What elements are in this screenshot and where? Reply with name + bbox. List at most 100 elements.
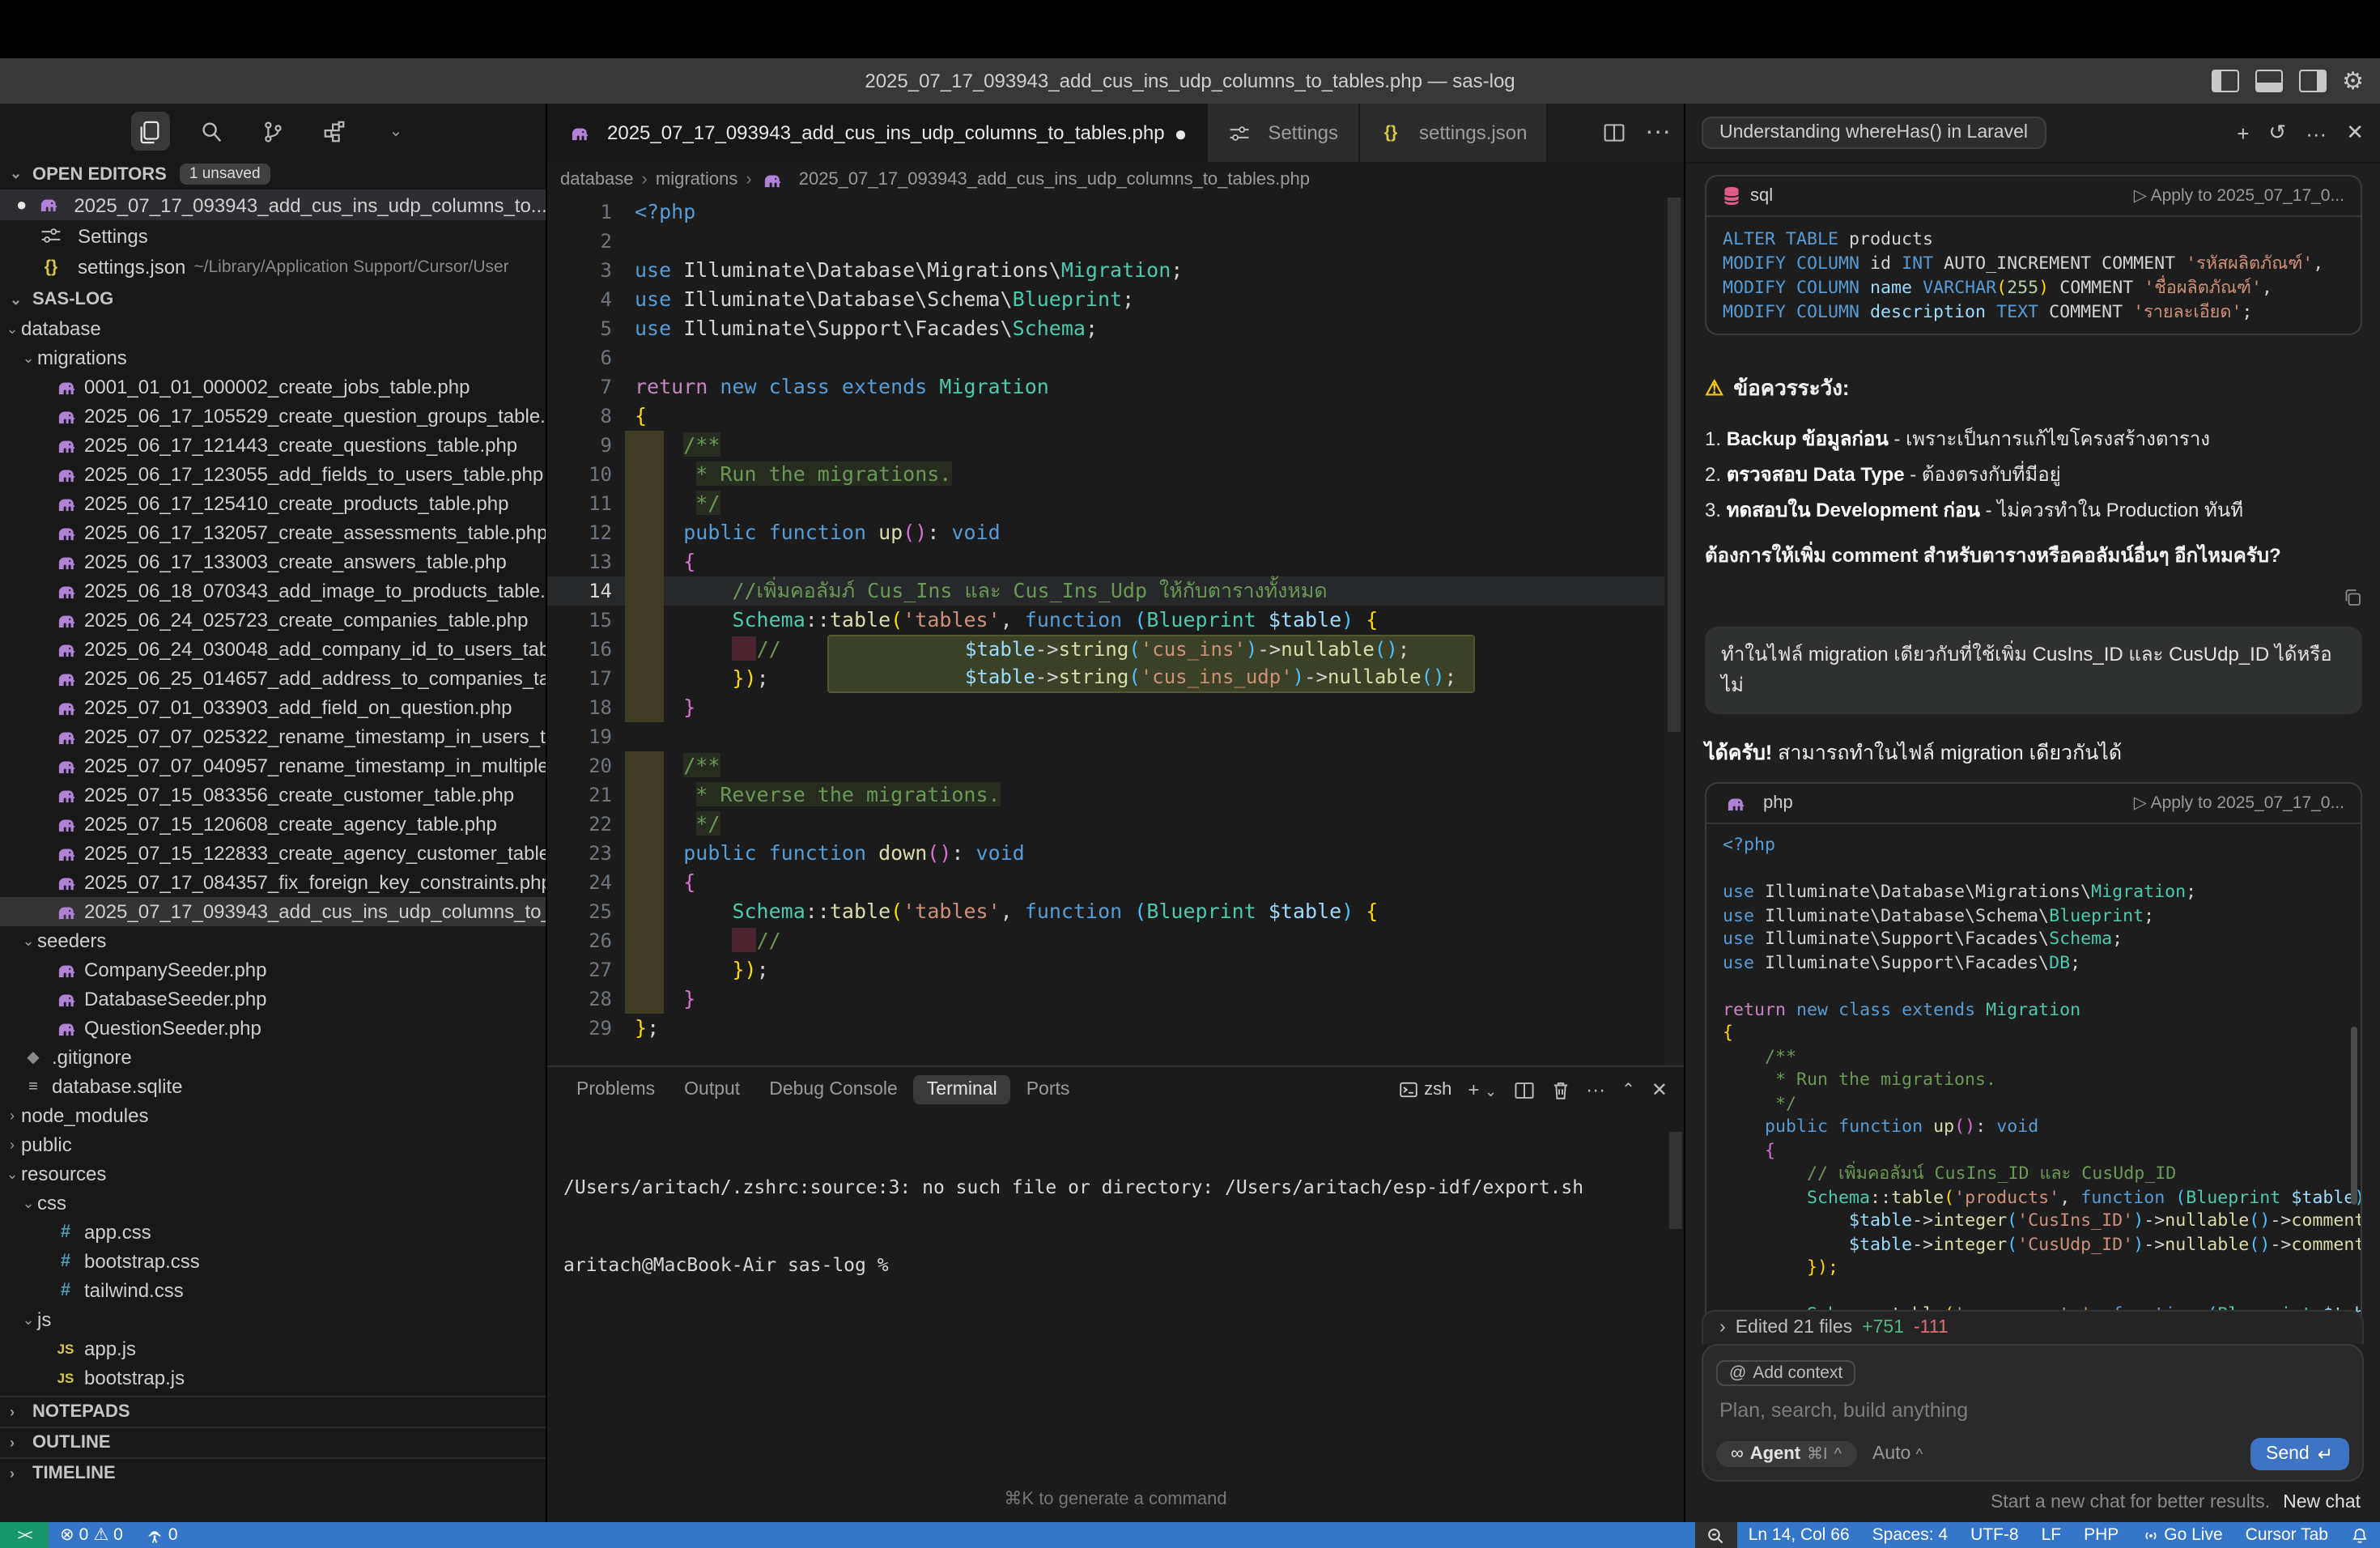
breadcrumb-database[interactable]: database — [560, 170, 634, 189]
tree-file-2025_07_01_033903_add_field_on_question.php[interactable]: 2025_07_01_033903_add_field_on_question.… — [0, 693, 546, 722]
code-line-14[interactable]: 14 //เพิ่มคอลัมภ์ Cus_Ins และ Cus_Ins_Ud… — [547, 576, 1684, 606]
tree-file-bootstrap.css[interactable]: #bootstrap.css — [0, 1247, 546, 1276]
eol-status[interactable]: LF — [2030, 1525, 2073, 1545]
chat-messages[interactable]: sql ▷ Apply to 2025_07_17_0... ALTER TAB… — [1685, 162, 2380, 1318]
tab-migration-file[interactable]: 2025_07_17_093943_add_cus_ins_udp_column… — [547, 104, 1208, 162]
editor-scrollbar[interactable] — [1664, 198, 1684, 1065]
code-line-12[interactable]: 12 public function up(): void — [547, 518, 1684, 547]
tab-settings[interactable]: Settings — [1208, 104, 1359, 162]
code-line-25[interactable]: 25 Schema::table('tables', function (Blu… — [547, 897, 1684, 926]
apply-button[interactable]: ▷ Apply to 2025_07_17_0... — [2134, 186, 2344, 206]
tree-file-2025_06_18_070343_add_image_to_products_table.p...[interactable]: 2025_06_18_070343_add_image_to_products_… — [0, 576, 546, 606]
apply-button[interactable]: ▷ Apply to 2025_07_17_0... — [2134, 793, 2344, 813]
close-panel-icon[interactable]: ✕ — [2346, 120, 2364, 146]
tree-folder-seeders[interactable]: ⌄seeders — [0, 926, 546, 955]
chat-input-box[interactable]: @ Add context Plan, search, build anythi… — [1702, 1344, 2364, 1482]
new-terminal-icon[interactable]: + ⌄ — [1468, 1078, 1497, 1101]
code-line-9[interactable]: 9 /** — [547, 431, 1684, 460]
tree-folder-css[interactable]: ⌄css — [0, 1189, 546, 1218]
line-col-status[interactable]: Ln 14, Col 66 — [1737, 1525, 1861, 1545]
tab-output[interactable]: Output — [671, 1075, 753, 1104]
tab-ports[interactable]: Ports — [1014, 1075, 1083, 1104]
toggle-right-panel-icon[interactable] — [2298, 70, 2326, 92]
code-line-29[interactable]: 29}; — [547, 1014, 1684, 1043]
explorer-icon[interactable] — [130, 112, 169, 151]
toggle-left-panel-icon[interactable] — [2211, 70, 2238, 92]
search-icon[interactable] — [192, 112, 231, 151]
code-line-27[interactable]: 27 }); — [547, 955, 1684, 985]
tree-folder-resources[interactable]: ⌄resources — [0, 1159, 546, 1189]
tree-file-2025_06_25_014657_add_address_to_companies_tabl...[interactable]: 2025_06_25_014657_add_address_to_compani… — [0, 664, 546, 693]
tree-file-2025_07_15_122833_create_agency_customer_table.p...[interactable]: 2025_07_15_122833_create_agency_customer… — [0, 839, 546, 868]
tree-file-2025_06_17_105529_create_question_groups_table.php[interactable]: 2025_06_17_105529_create_question_groups… — [0, 402, 546, 431]
cursor-tab-status[interactable]: Cursor Tab — [2234, 1525, 2340, 1545]
more-actions-icon[interactable]: ··· — [1645, 118, 1671, 147]
bell-icon[interactable] — [2340, 1526, 2380, 1544]
code-line-15[interactable]: 15 Schema::table('tables', function (Blu… — [547, 606, 1684, 635]
code-line-18[interactable]: 18 } — [547, 693, 1684, 722]
split-terminal-icon[interactable] — [1513, 1079, 1534, 1100]
code-line-20[interactable]: 20 /** — [547, 751, 1684, 780]
terminal-scrollbar[interactable] — [1669, 1132, 1682, 1229]
kill-terminal-icon[interactable] — [1550, 1079, 1570, 1100]
code-editor[interactable]: 1<?php23use Illuminate\Database\Migratio… — [547, 198, 1684, 1065]
language-status[interactable]: PHP — [2072, 1525, 2130, 1545]
zoom-status[interactable] — [1695, 1522, 1737, 1548]
tree-file-2025_06_24_030048_add_company_id_to_users_tabl...[interactable]: 2025_06_24_030048_add_company_id_to_user… — [0, 635, 546, 664]
code-line-3[interactable]: 3use Illuminate\Database\Migrations\Migr… — [547, 256, 1684, 285]
source-control-icon[interactable] — [253, 112, 292, 151]
code-line-19[interactable]: 19 — [547, 722, 1684, 751]
codeblock-scrollbar[interactable] — [2351, 1027, 2357, 1205]
section-notepads[interactable]: ›NOTEPADS — [0, 1396, 546, 1427]
new-chat-button[interactable]: New chat — [2283, 1493, 2361, 1512]
tree-file-.gitignore[interactable]: ◆.gitignore — [0, 1043, 546, 1072]
tree-file-2025_06_17_125410_create_products_table.php[interactable]: 2025_06_17_125410_create_products_table.… — [0, 489, 546, 518]
code-line-23[interactable]: 23 public function down(): void — [547, 839, 1684, 868]
tree-file-2025_07_15_083356_create_customer_table.php[interactable]: 2025_07_15_083356_create_customer_table.… — [0, 780, 546, 810]
tree-folder-js[interactable]: ⌄js — [0, 1305, 546, 1334]
breadcrumb[interactable]: database › migrations › 2025_07_17_09394… — [547, 162, 1684, 198]
open-editors-header[interactable]: ⌄ OPEN EDITORS 1 unsaved — [0, 159, 546, 189]
chevron-down-icon[interactable]: ⌄ — [376, 112, 415, 151]
tree-file-app.js[interactable]: JSapp.js — [0, 1334, 546, 1363]
code-line-4[interactable]: 4use Illuminate\Database\Schema\Blueprin… — [547, 285, 1684, 314]
tree-file-database.sqlite[interactable]: ≡database.sqlite — [0, 1072, 546, 1101]
code-line-5[interactable]: 5use Illuminate\Support\Facades\Schema; — [547, 314, 1684, 343]
ports-status[interactable]: 0 — [134, 1525, 189, 1545]
extensions-icon[interactable] — [315, 112, 354, 151]
section-outline[interactable]: ›OUTLINE — [0, 1427, 546, 1457]
tree-folder-migrations[interactable]: ⌄migrations — [0, 343, 546, 372]
tree-file-2025_06_17_133003_create_answers_table.php[interactable]: 2025_06_17_133003_create_answers_table.p… — [0, 547, 546, 576]
split-editor-icon[interactable] — [1603, 121, 1626, 144]
terminal-output[interactable]: /Users/aritach/.zshrc:source:3: no such … — [547, 1112, 1684, 1329]
close-panel-icon[interactable]: ✕ — [1651, 1078, 1668, 1101]
code-line-2[interactable]: 2 — [547, 227, 1684, 256]
open-editor-item[interactable]: Settings — [0, 220, 546, 251]
tab-terminal[interactable]: Terminal — [914, 1075, 1010, 1104]
tree-file-2025_06_17_132057_create_assessments_table.php[interactable]: 2025_06_17_132057_create_assessments_tab… — [0, 518, 546, 547]
tree-file-bootstrap.js[interactable]: JSbootstrap.js — [0, 1363, 546, 1393]
tree-file-2025_07_15_120608_create_agency_table.php[interactable]: 2025_07_15_120608_create_agency_table.ph… — [0, 810, 546, 839]
code-line-24[interactable]: 24 { — [547, 868, 1684, 897]
open-editor-item[interactable]: {}settings.json~/Library/Application Sup… — [0, 251, 546, 282]
tree-file-2025_06_17_121443_create_questions_table.php[interactable]: 2025_06_17_121443_create_questions_table… — [0, 431, 546, 460]
tree-file-CompanySeeder.php[interactable]: CompanySeeder.php — [0, 955, 546, 985]
unsaved-dot-icon[interactable]: ● — [1175, 121, 1188, 145]
edited-files-row[interactable]: › Edited 21 files +751 -111 — [1702, 1310, 2364, 1344]
add-context-button[interactable]: @ Add context — [1716, 1360, 1855, 1386]
more-actions-icon[interactable]: ··· — [2306, 121, 2327, 145]
shell-chip[interactable]: zsh — [1398, 1080, 1451, 1099]
maximize-panel-icon[interactable]: ⌃ — [1621, 1081, 1635, 1099]
code-line-26[interactable]: 26 // — [547, 926, 1684, 955]
code-line-22[interactable]: 22 */ — [547, 810, 1684, 839]
breadcrumb-migrations[interactable]: migrations — [656, 170, 738, 189]
code-line-21[interactable]: 21 * Reverse the migrations. — [547, 780, 1684, 810]
tree-file-2025_06_24_025723_create_companies_table.php[interactable]: 2025_06_24_025723_create_companies_table… — [0, 606, 546, 635]
tree-file-0001_01_01_000002_create_jobs_table.php[interactable]: 0001_01_01_000002_create_jobs_table.php — [0, 372, 546, 402]
tree-folder-database[interactable]: ⌄database — [0, 314, 546, 343]
remote-indicator[interactable]: >< — [0, 1522, 49, 1548]
tree-file-2025_07_17_093943_add_cus_ins_udp_columns_to_ta...[interactable]: 2025_07_17_093943_add_cus_ins_udp_column… — [0, 897, 546, 926]
tree-file-2025_07_17_084357_fix_foreign_key_constraints.php[interactable]: 2025_07_17_084357_fix_foreign_key_constr… — [0, 868, 546, 897]
model-selector[interactable]: Auto ^ — [1872, 1444, 1923, 1464]
gear-icon[interactable]: ⚙ — [2342, 69, 2364, 93]
